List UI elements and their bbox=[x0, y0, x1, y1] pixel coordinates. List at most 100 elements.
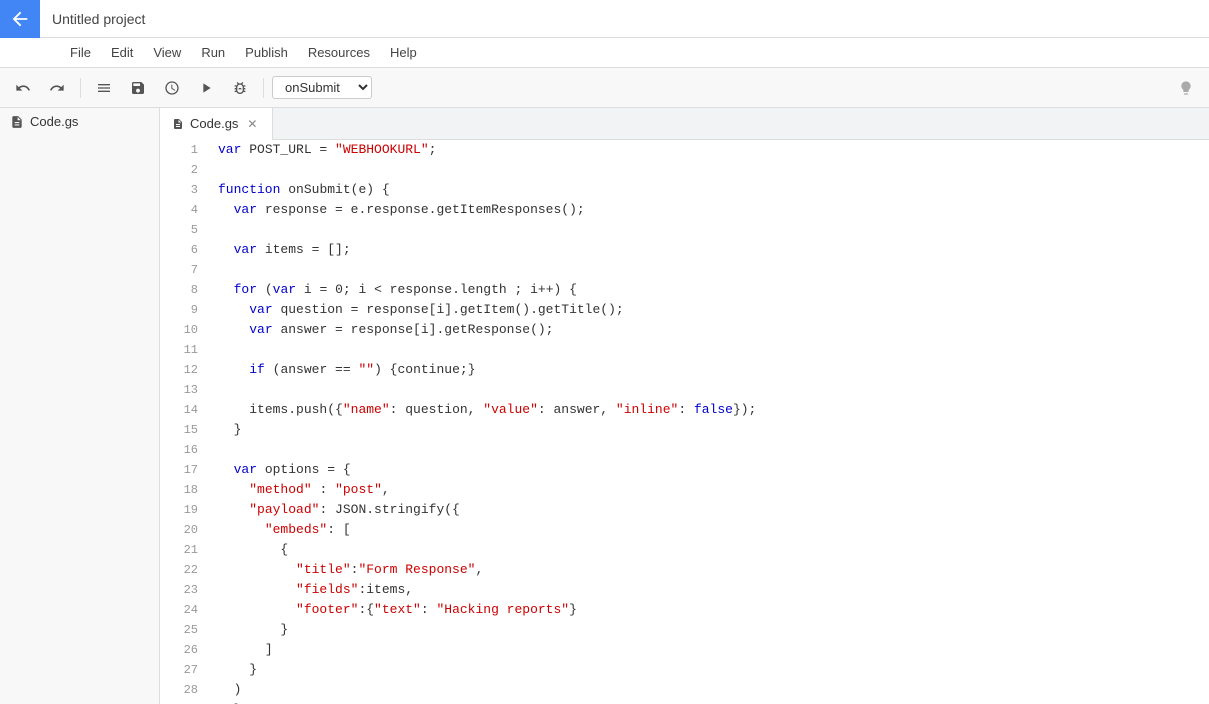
line-number: 2 bbox=[160, 160, 210, 180]
menu-file[interactable]: File bbox=[60, 41, 101, 64]
line-number: 3 bbox=[160, 180, 210, 200]
table-row: 7 bbox=[160, 260, 1209, 280]
line-code[interactable]: function onSubmit(e) { bbox=[210, 180, 1209, 200]
line-code[interactable]: "footer":{"text": "Hacking reports"} bbox=[210, 600, 1209, 620]
main-content: Code.gs Code.gs ✕ 1 var POST_URL = "WEBH… bbox=[0, 108, 1209, 704]
menu-run[interactable]: Run bbox=[191, 41, 235, 64]
line-number: 12 bbox=[160, 360, 210, 380]
line-code[interactable] bbox=[210, 260, 1209, 280]
line-code[interactable]: ) bbox=[210, 680, 1209, 700]
sidebar-file-code-gs[interactable]: Code.gs bbox=[0, 108, 159, 135]
line-code[interactable]: "title":"Form Response", bbox=[210, 560, 1209, 580]
table-row: 5 bbox=[160, 220, 1209, 240]
line-number: 29 bbox=[160, 700, 210, 704]
line-code[interactable]: "fields":items, bbox=[210, 580, 1209, 600]
line-code[interactable]: var answer = response[i].getResponse(); bbox=[210, 320, 1209, 340]
menu-publish[interactable]: Publish bbox=[235, 41, 298, 64]
table-row: 29 }; bbox=[160, 700, 1209, 704]
line-number: 23 bbox=[160, 580, 210, 600]
line-code[interactable] bbox=[210, 340, 1209, 360]
table-row: 28 ) bbox=[160, 680, 1209, 700]
table-row: 11 bbox=[160, 340, 1209, 360]
line-code[interactable] bbox=[210, 380, 1209, 400]
line-code[interactable]: if (answer == "") {continue;} bbox=[210, 360, 1209, 380]
line-number: 5 bbox=[160, 220, 210, 240]
table-row: 19 "payload": JSON.stringify({ bbox=[160, 500, 1209, 520]
line-code[interactable]: var POST_URL = "WEBHOOKURL"; bbox=[210, 140, 1209, 160]
menu-edit[interactable]: Edit bbox=[101, 41, 143, 64]
table-row: 20 "embeds": [ bbox=[160, 520, 1209, 540]
table-row: 17 var options = { bbox=[160, 460, 1209, 480]
line-code[interactable]: } bbox=[210, 620, 1209, 640]
table-row: 4 var response = e.response.getItemRespo… bbox=[160, 200, 1209, 220]
line-number: 11 bbox=[160, 340, 210, 360]
line-number: 25 bbox=[160, 620, 210, 640]
line-code[interactable]: "payload": JSON.stringify({ bbox=[210, 500, 1209, 520]
line-number: 27 bbox=[160, 660, 210, 680]
table-row: 14 items.push({"name": question, "value"… bbox=[160, 400, 1209, 420]
table-row: 27 } bbox=[160, 660, 1209, 680]
sidebar: Code.gs bbox=[0, 108, 160, 704]
line-code[interactable]: items.push({"name": question, "value": a… bbox=[210, 400, 1209, 420]
table-row: 22 "title":"Form Response", bbox=[160, 560, 1209, 580]
table-row: 24 "footer":{"text": "Hacking reports"} bbox=[160, 600, 1209, 620]
line-code[interactable]: var items = []; bbox=[210, 240, 1209, 260]
tab-code-gs[interactable]: Code.gs ✕ bbox=[160, 108, 273, 140]
line-code[interactable]: } bbox=[210, 420, 1209, 440]
line-code[interactable]: } bbox=[210, 660, 1209, 680]
format-button[interactable] bbox=[89, 73, 119, 103]
line-number: 14 bbox=[160, 400, 210, 420]
menu-help[interactable]: Help bbox=[380, 41, 427, 64]
project-title: Untitled project bbox=[52, 11, 145, 27]
toolbar-separator-2 bbox=[263, 78, 264, 98]
file-icon bbox=[10, 115, 24, 129]
tab-name: Code.gs bbox=[190, 116, 238, 131]
line-code[interactable] bbox=[210, 160, 1209, 180]
app-logo bbox=[0, 0, 40, 38]
table-row: 10 var answer = response[i].getResponse(… bbox=[160, 320, 1209, 340]
line-code[interactable]: "embeds": [ bbox=[210, 520, 1209, 540]
line-code[interactable]: for (var i = 0; i < response.length ; i+… bbox=[210, 280, 1209, 300]
line-code[interactable]: "method" : "post", bbox=[210, 480, 1209, 500]
undo-button[interactable] bbox=[8, 73, 38, 103]
tab-close-button[interactable]: ✕ bbox=[244, 116, 260, 132]
table-row: 2 bbox=[160, 160, 1209, 180]
line-number: 20 bbox=[160, 520, 210, 540]
menu-bar: File Edit View Run Publish Resources Hel… bbox=[0, 38, 1209, 68]
line-number: 7 bbox=[160, 260, 210, 280]
table-row: 23 "fields":items, bbox=[160, 580, 1209, 600]
line-number: 18 bbox=[160, 480, 210, 500]
menu-resources[interactable]: Resources bbox=[298, 41, 380, 64]
line-number: 17 bbox=[160, 460, 210, 480]
run-button[interactable] bbox=[191, 73, 221, 103]
lightbulb-button[interactable] bbox=[1171, 73, 1201, 103]
line-number: 28 bbox=[160, 680, 210, 700]
line-code[interactable]: ] bbox=[210, 640, 1209, 660]
line-code[interactable]: var response = e.response.getItemRespons… bbox=[210, 200, 1209, 220]
line-code[interactable]: { bbox=[210, 540, 1209, 560]
line-number: 9 bbox=[160, 300, 210, 320]
save-button[interactable] bbox=[123, 73, 153, 103]
line-number: 13 bbox=[160, 380, 210, 400]
line-number: 16 bbox=[160, 440, 210, 460]
line-number: 21 bbox=[160, 540, 210, 560]
line-code[interactable] bbox=[210, 220, 1209, 240]
table-row: 6 var items = []; bbox=[160, 240, 1209, 260]
table-row: 8 for (var i = 0; i < response.length ; … bbox=[160, 280, 1209, 300]
menu-view[interactable]: View bbox=[143, 41, 191, 64]
debug-button[interactable] bbox=[225, 73, 255, 103]
line-code[interactable]: var options = { bbox=[210, 460, 1209, 480]
redo-button[interactable] bbox=[42, 73, 72, 103]
line-code[interactable]: var question = response[i].getItem().get… bbox=[210, 300, 1209, 320]
line-code[interactable]: }; bbox=[210, 700, 1209, 704]
function-selector[interactable]: onSubmit bbox=[272, 76, 372, 99]
clock-button[interactable] bbox=[157, 73, 187, 103]
table-row: 13 bbox=[160, 380, 1209, 400]
table-row: 26 ] bbox=[160, 640, 1209, 660]
line-number: 24 bbox=[160, 600, 210, 620]
code-table: 1 var POST_URL = "WEBHOOKURL"; 2 3 funct… bbox=[160, 140, 1209, 704]
code-editor[interactable]: 1 var POST_URL = "WEBHOOKURL"; 2 3 funct… bbox=[160, 140, 1209, 704]
line-number: 1 bbox=[160, 140, 210, 160]
table-row: 25 } bbox=[160, 620, 1209, 640]
line-code[interactable] bbox=[210, 440, 1209, 460]
